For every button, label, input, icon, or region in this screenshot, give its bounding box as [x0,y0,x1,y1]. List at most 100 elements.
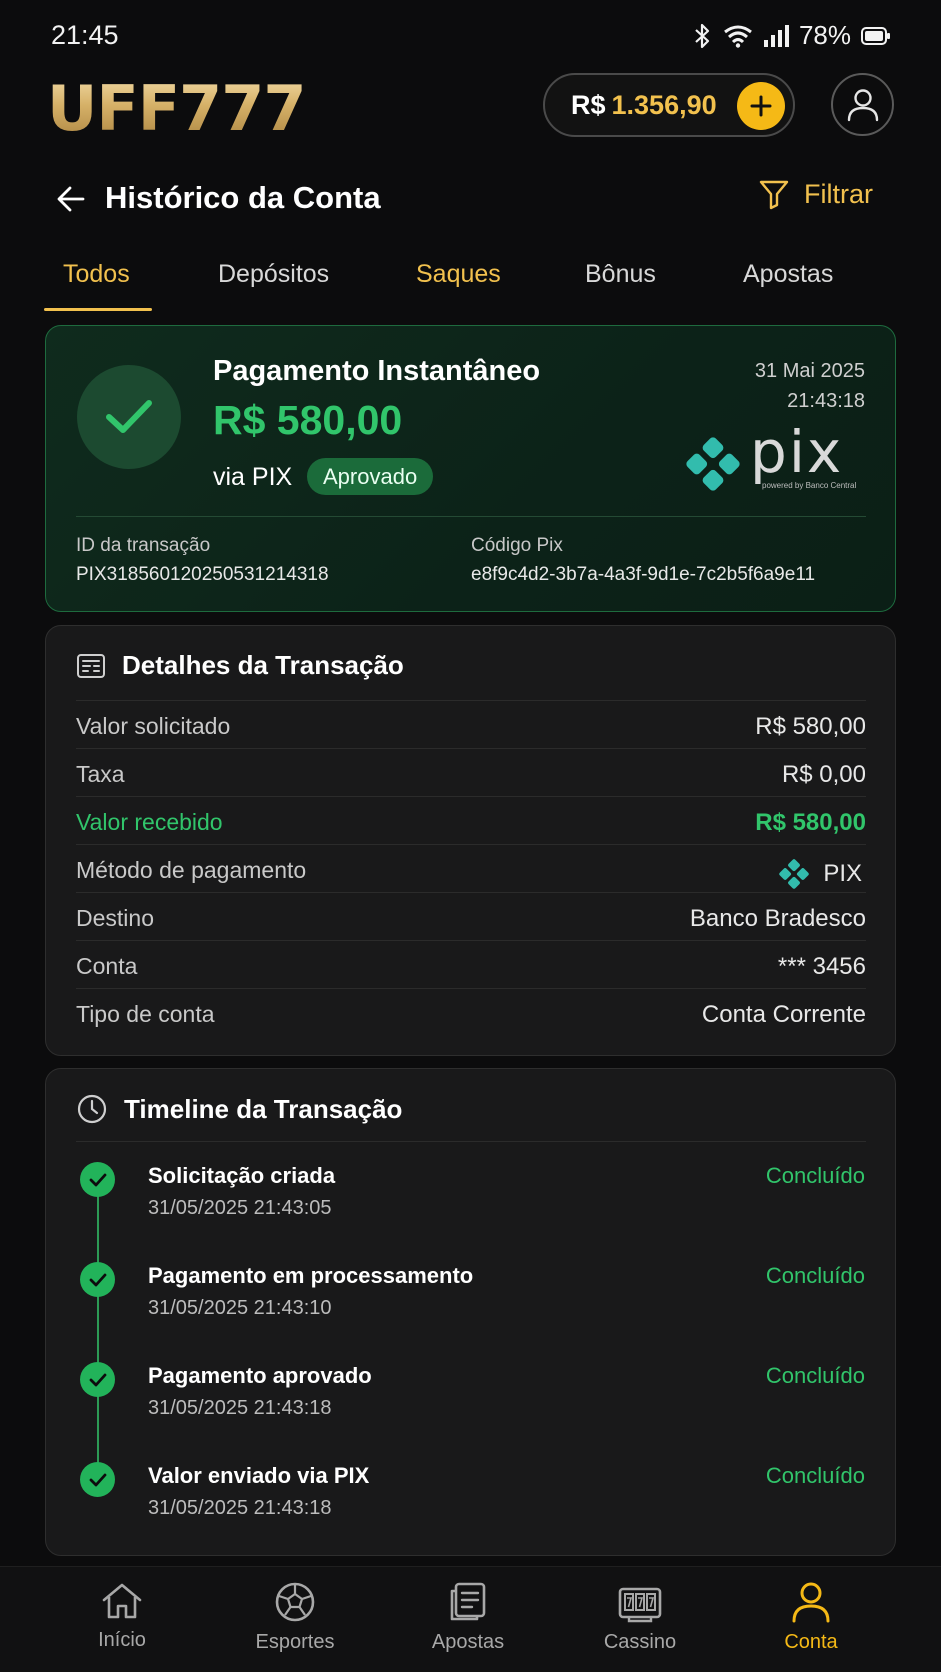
active-tab-indicator [44,308,152,311]
details-header: Detalhes da Transação [76,650,404,681]
transaction-timeline-card: Timeline da Transação Solicitação criada… [45,1068,896,1556]
tab-todos[interactable]: Todos [63,260,130,289]
receipt-icon [77,653,105,678]
transaction-time: 21:43:18 [787,390,865,412]
pix-diamond-icon [686,437,740,491]
pix-code-label: Código Pix [471,535,563,556]
details-title: Detalhes da Transação [122,650,404,680]
step-title: Solicitação criada [148,1163,336,1188]
pix-code-value[interactable]: e8f9c4d2-3b7a-4a3f-9d1e-7c2b5f6a9e11 [471,564,815,586]
step-title: Pagamento aprovado [148,1363,372,1388]
step-title: Valor enviado via PIX [148,1463,370,1488]
step-time: 31/05/2025 21:43:05 [148,1197,332,1219]
transaction-amount: R$ 580,00 [213,397,403,443]
step-complete-icon [80,1262,115,1297]
timeline-header: Timeline da Transação [76,1093,402,1125]
tab-bonus[interactable]: Bônus [585,260,656,289]
pix-diamond-icon [779,859,810,889]
nav-inicio[interactable]: Início [47,1581,197,1652]
pix-tagline: powered by Banco Central [762,481,857,490]
detail-label: Conta [76,953,138,979]
user-icon [847,88,878,121]
tab-bar: Todos Depósitos Saques Bônus Apostas [44,252,896,312]
soccer-ball-icon [275,1582,315,1622]
payment-method-text: PIX [823,860,862,887]
balance-amount: 1.356,90 [611,89,717,120]
back-button[interactable] [54,182,88,216]
transaction-details-card: Detalhes da Transação Valor solicitado R… [45,625,896,1056]
step-complete-icon [80,1362,115,1397]
step-complete-icon [80,1462,115,1497]
transaction-date: 31 Mai 2025 [754,360,865,382]
nav-label: Esportes [255,1631,335,1653]
nav-label: Apostas [431,1631,505,1653]
detail-value: *** 3456 [777,953,866,980]
status-badge: Aprovado [307,458,434,495]
detail-label: Taxa [76,761,125,787]
detail-row: Tipo de conta Conta Corrente [76,988,866,1036]
checkmark-icon [89,1273,106,1286]
status-bar: 21:45 78% [0,0,941,70]
status-icons: 78% [693,20,891,51]
step-status: Concluído [765,1363,865,1388]
nav-cassino[interactable]: Cassino [565,1581,715,1654]
battery-percent: 78% [798,20,851,50]
transaction-summary-card: Pagamento Instantâneo R$ 580,00 via PIX … [45,325,896,612]
transaction-id-label: ID da transação [76,535,211,556]
bet-slip-icon [450,1582,486,1621]
step-complete-icon [80,1162,115,1197]
divider [76,1141,866,1142]
plus-icon [750,95,772,117]
tab-depositos[interactable]: Depósitos [218,260,329,289]
filter-label: Filtrar [804,178,873,209]
detail-row: Valor solicitado R$ 580,00 [76,700,866,748]
transaction-id-value[interactable]: PIX318560120250531214318 [76,564,329,586]
detail-value: PIX [777,857,862,891]
detail-value: Banco Bradesco [689,905,866,932]
detail-label: Valor solicitado [76,713,231,739]
arrow-left-icon [57,186,85,212]
step-time: 31/05/2025 21:43:18 [148,1397,332,1419]
filter-button[interactable]: Filtrar [758,178,873,210]
nav-label: Início [98,1629,146,1651]
nav-label: Conta [784,1631,838,1653]
detail-row: Conta *** 3456 [76,940,866,988]
tab-apostas[interactable]: Apostas [743,260,833,289]
nav-esportes[interactable]: Esportes [220,1581,370,1654]
step-status: Concluído [765,1463,865,1488]
checkmark-icon [106,400,152,433]
detail-row: Destino Banco Bradesco [76,892,866,940]
pix-logo: pix powered by Banco Central [682,419,862,497]
profile-button[interactable] [831,73,894,136]
brand-logo[interactable]: UFF777 [47,72,306,145]
step-title: Pagamento em processamento [148,1263,474,1288]
tab-saques[interactable]: Saques [416,260,501,289]
checkmark-icon [89,1173,106,1186]
bluetooth-icon [695,23,710,48]
balance-currency: R$ [571,89,606,120]
step-time: 31/05/2025 21:43:18 [148,1497,332,1519]
timeline-connector [97,1196,99,1496]
timeline-title: Timeline da Transação [124,1093,403,1124]
detail-value: R$ 580,00 [755,713,866,740]
nav-label: Cassino [603,1631,677,1653]
step-status: Concluído [765,1263,865,1288]
nav-apostas[interactable]: Apostas [393,1581,543,1654]
bottom-navigation: Início Esportes Apostas Cassino Conta [0,1566,941,1672]
checkmark-icon [89,1473,106,1486]
nav-conta[interactable]: Conta [736,1581,886,1654]
balance-pill[interactable]: R$ 1.356,90 [543,73,795,137]
wifi-icon [724,25,752,48]
clock-icon [77,1094,107,1124]
detail-value: Conta Corrente [701,1001,866,1028]
add-funds-button[interactable] [737,82,785,130]
checkmark-icon [89,1373,106,1386]
detail-label: Valor recebido [76,809,223,835]
step-time: 31/05/2025 21:43:10 [148,1297,332,1319]
slot-machine-icon [618,1587,662,1623]
status-time: 21:45 [51,20,119,50]
detail-row: Método de pagamento PIX [76,844,866,892]
payment-via: via PIX [213,463,293,491]
detail-row: Taxa R$ 0,00 [76,748,866,796]
detail-label: Método de pagamento [76,857,307,883]
